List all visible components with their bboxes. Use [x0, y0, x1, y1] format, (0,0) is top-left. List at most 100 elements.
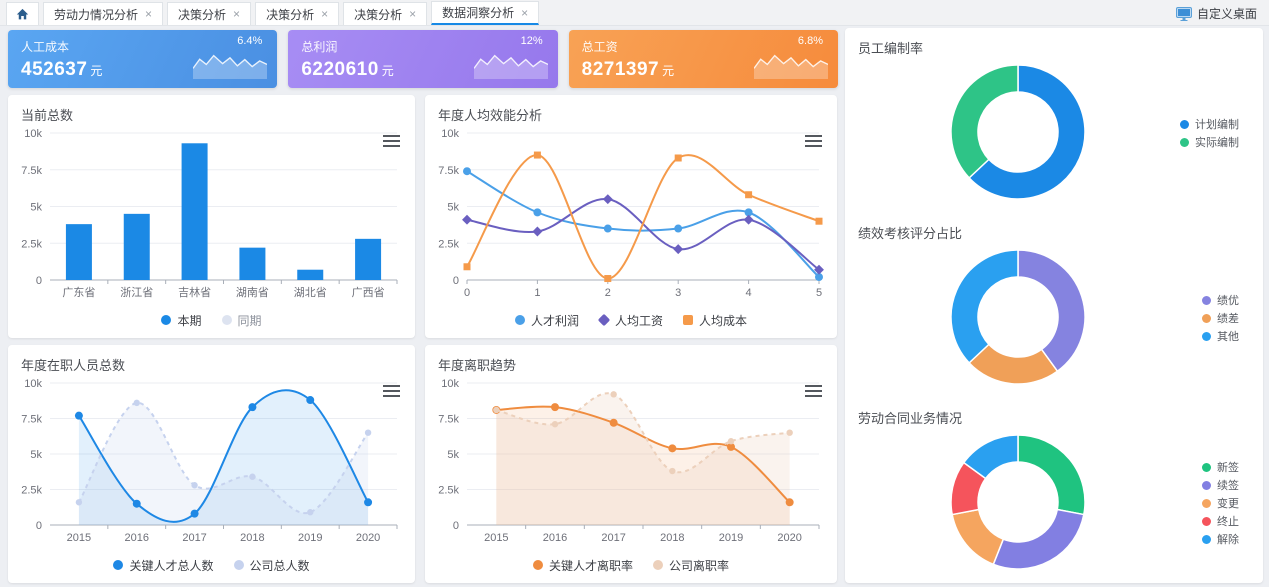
legend-item[interactable]: 终止 — [1202, 513, 1239, 529]
svg-text:0: 0 — [36, 275, 42, 287]
chart-legend: 关键人才总人数 公司总人数 — [8, 554, 415, 576]
svg-text:2016: 2016 — [543, 532, 567, 544]
kpi-value-row: 8271397元 — [582, 59, 674, 81]
svg-text:10k: 10k — [24, 378, 42, 390]
legend-item[interactable]: 同期 — [222, 312, 262, 329]
legend-item[interactable]: 解除 — [1202, 531, 1239, 547]
legend-marker-icon — [683, 315, 693, 325]
svg-text:2.5k: 2.5k — [438, 485, 459, 497]
svg-text:5k: 5k — [30, 202, 42, 214]
svg-text:0: 0 — [453, 520, 459, 532]
legend-item[interactable]: 计划编制 — [1180, 116, 1239, 132]
right-panel: 员工编制率 计划编制实际编制 绩效考核评分占比 绩优绩差其他 劳动合同业务情况 … — [845, 28, 1263, 583]
home-tab[interactable] — [6, 2, 39, 25]
legend-item[interactable]: 公司总人数 — [234, 557, 310, 574]
chart-legend: 本期 同期 — [8, 309, 415, 331]
legend-label: 绩差 — [1217, 310, 1239, 326]
legend-item[interactable]: 公司离职率 — [653, 557, 729, 574]
sparkline-chart — [474, 49, 548, 81]
donut-chart — [940, 424, 1096, 580]
close-icon[interactable]: × — [321, 8, 328, 20]
legend-marker-icon — [653, 560, 663, 570]
tab-bar: 劳动力情况分析 × 决策分析 × 决策分析 × 决策分析 × 数据洞察分析 × — [0, 0, 1269, 26]
legend-label: 终止 — [1217, 513, 1239, 529]
svg-text:3: 3 — [675, 287, 681, 299]
legend-item[interactable]: 人均成本 — [683, 312, 747, 329]
legend-item[interactable]: 绩差 — [1202, 310, 1239, 326]
svg-text:2018: 2018 — [660, 532, 684, 544]
legend-marker-icon — [533, 560, 543, 570]
kpi-card-labor-cost[interactable]: 人工成本 452637元 6.4% — [8, 30, 277, 88]
legend-label: 实际编制 — [1195, 134, 1239, 150]
legend-label: 公司总人数 — [250, 557, 310, 574]
legend-item[interactable]: 关键人才总人数 — [113, 557, 213, 574]
svg-text:2020: 2020 — [777, 532, 801, 544]
legend-marker-icon — [1180, 120, 1189, 129]
tab-data-insight-analysis[interactable]: 数据洞察分析 × — [431, 1, 539, 25]
kpi-card-total-salary[interactable]: 总工资 8271397元 6.8% — [569, 30, 838, 88]
kpi-title: 人工成本 — [21, 38, 69, 55]
close-icon[interactable]: × — [521, 7, 528, 19]
legend-item[interactable]: 人才利润 — [515, 312, 579, 329]
svg-text:2020: 2020 — [356, 532, 380, 544]
legend-marker-icon — [1202, 332, 1211, 341]
kpi-percent: 6.8% — [798, 35, 823, 47]
svg-text:广东省: 广东省 — [62, 286, 95, 299]
kpi-value: 8271397 — [582, 59, 659, 80]
kpi-value-row: 6220610元 — [301, 59, 393, 81]
svg-text:10k: 10k — [441, 128, 459, 140]
legend-item[interactable]: 新签 — [1202, 459, 1239, 475]
legend-marker-icon — [1202, 296, 1211, 305]
svg-text:吉林省: 吉林省 — [178, 285, 211, 299]
svg-text:2015: 2015 — [484, 532, 508, 544]
legend-item[interactable]: 其他 — [1202, 328, 1239, 344]
close-icon[interactable]: × — [233, 8, 240, 20]
section-staffing-rate: 员工编制率 计划编制实际编制 — [845, 28, 1263, 213]
legend-label: 关键人才离职率 — [549, 557, 633, 574]
legend-label: 解除 — [1217, 531, 1239, 547]
area-chart-plot: 02.5k5k7.5k10k201520162017201820192020 — [425, 373, 837, 549]
legend-marker-icon — [1202, 517, 1211, 526]
svg-text:2.5k: 2.5k — [438, 238, 459, 250]
legend-item[interactable]: 人均工资 — [599, 312, 663, 329]
legend-item[interactable]: 实际编制 — [1180, 134, 1239, 150]
legend-marker-icon — [1202, 535, 1211, 544]
close-icon[interactable]: × — [145, 8, 152, 20]
legend-marker-icon — [234, 560, 244, 570]
legend-item[interactable]: 变更 — [1202, 495, 1239, 511]
svg-text:5k: 5k — [30, 449, 42, 461]
tab-decision-analysis-3[interactable]: 决策分析 × — [343, 2, 427, 25]
svg-text:5k: 5k — [447, 449, 459, 461]
tab-label: 劳动力情况分析 — [54, 6, 138, 23]
kpi-card-total-profit[interactable]: 总利润 6220610元 12% — [288, 30, 557, 88]
legend-item[interactable]: 本期 — [161, 312, 201, 329]
custom-desktop-button[interactable]: 自定义桌面 — [1176, 5, 1257, 22]
legend-label: 新签 — [1217, 459, 1239, 475]
tab-label: 决策分析 — [178, 6, 226, 23]
close-icon[interactable]: × — [409, 8, 416, 20]
legend-item[interactable]: 续签 — [1202, 477, 1239, 493]
svg-text:0: 0 — [36, 520, 42, 532]
sparkline-chart — [754, 49, 828, 81]
svg-text:0: 0 — [453, 275, 459, 287]
chart-title: 年度在职人员总数 — [21, 355, 125, 374]
legend-item[interactable]: 绩优 — [1202, 292, 1239, 308]
tab-label: 数据洞察分析 — [442, 4, 514, 21]
svg-text:2.5k: 2.5k — [21, 485, 42, 497]
kpi-title: 总工资 — [582, 38, 618, 55]
kpi-title: 总利润 — [301, 38, 337, 55]
legend-marker-icon — [1202, 481, 1211, 490]
tab-decision-analysis-1[interactable]: 决策分析 × — [167, 2, 251, 25]
legend-label: 人均成本 — [699, 312, 747, 329]
legend-label: 计划编制 — [1195, 116, 1239, 132]
tab-label: 决策分析 — [354, 6, 402, 23]
donut-legend: 新签续签变更终止解除 — [1202, 457, 1239, 549]
svg-text:2: 2 — [605, 287, 611, 299]
tab-decision-analysis-2[interactable]: 决策分析 × — [255, 2, 339, 25]
legend-item[interactable]: 关键人才离职率 — [533, 557, 633, 574]
kpi-unit: 元 — [382, 64, 394, 78]
legend-marker-icon — [161, 315, 171, 325]
svg-text:7.5k: 7.5k — [21, 165, 42, 177]
kpi-percent: 6.4% — [237, 35, 262, 47]
tab-labor-analysis[interactable]: 劳动力情况分析 × — [43, 2, 163, 25]
